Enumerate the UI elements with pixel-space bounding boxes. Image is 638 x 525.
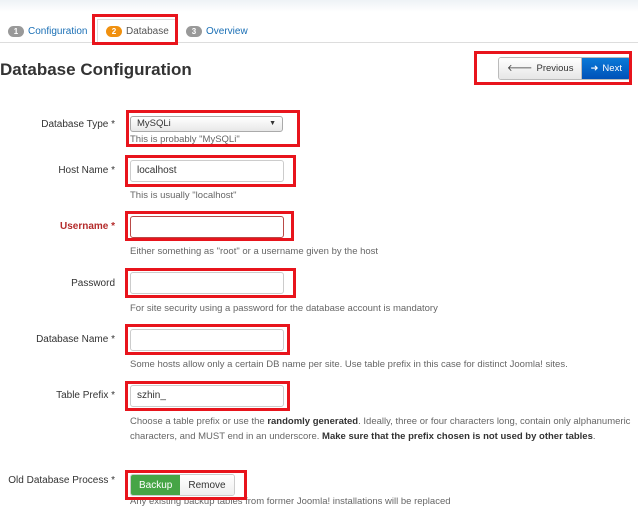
prefix-label: Table Prefix * <box>56 390 115 401</box>
help-text: Choose a table prefix or use the <box>130 416 268 427</box>
highlight-box <box>125 470 247 500</box>
page-title: Database Configuration <box>0 60 192 79</box>
help-text: . <box>592 431 596 442</box>
help-bold: Make sure that the prefix chosen is not … <box>322 431 593 442</box>
tab-overview[interactable]: 3 Overview <box>186 22 248 40</box>
step-badge: 3 <box>186 25 202 37</box>
db-name-help: Some hosts allow only a certain DB name … <box>130 359 568 370</box>
prefix-help: Choose a table prefix or use the randoml… <box>130 414 635 444</box>
highlight-box <box>474 51 632 85</box>
old-db-label: Old Database Process * <box>8 475 115 486</box>
password-help: For site security using a password for t… <box>130 303 438 314</box>
username-help: Either something as "root" or a username… <box>130 246 379 257</box>
highlight-box <box>125 324 290 355</box>
highlight-box <box>125 211 294 241</box>
tab-label: Overview <box>206 25 248 37</box>
highlight-box <box>125 381 290 411</box>
password-label: Password <box>71 278 115 289</box>
highlight-box <box>92 14 178 45</box>
help-bold: randomly generated <box>267 416 359 427</box>
host-help: This is usually "localhost" <box>130 190 237 201</box>
tab-configuration[interactable]: 1 Configuration <box>8 22 87 40</box>
host-label: Host Name * <box>58 165 115 176</box>
highlight-box <box>125 268 296 298</box>
highlight-box <box>125 155 296 187</box>
db-name-label: Database Name * <box>36 334 115 345</box>
db-type-label: Database Type * <box>41 119 115 130</box>
tab-label: Configuration <box>28 25 88 37</box>
top-bar <box>0 0 638 12</box>
highlight-box <box>126 110 300 147</box>
step-badge: 1 <box>8 25 24 37</box>
username-label: Username * <box>59 221 115 232</box>
